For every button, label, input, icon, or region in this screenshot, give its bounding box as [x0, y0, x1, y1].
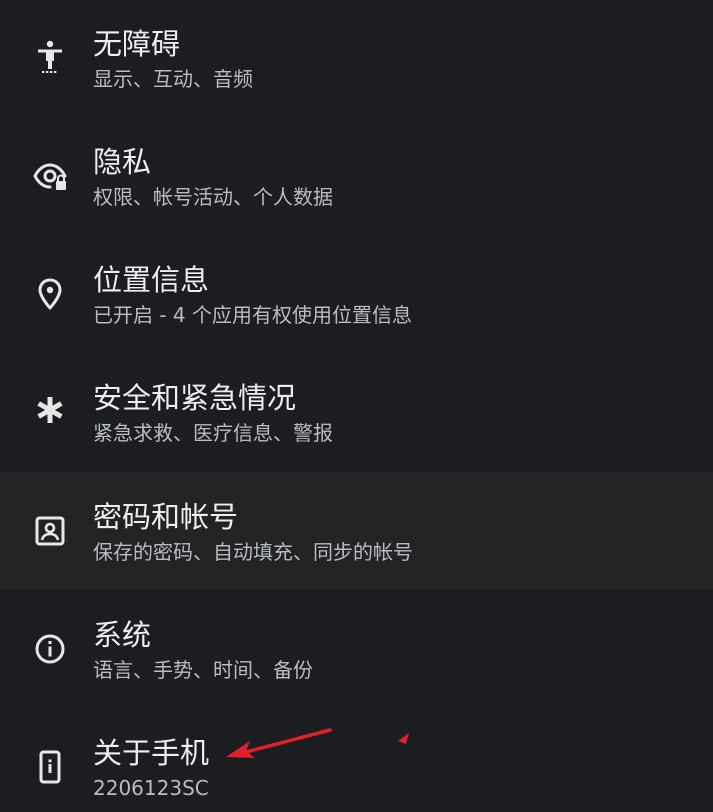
phone-info-icon	[33, 750, 67, 784]
settings-item-subtitle: 显示、互动、音频	[93, 67, 253, 91]
settings-item-title: 密码和帐号	[93, 500, 239, 534]
settings-item-safety-emergency[interactable]: 安全和紧急情况 紧急求救、医疗信息、警报	[0, 353, 713, 471]
settings-item-location[interactable]: 位置信息 已开启 - 4 个应用有权使用位置信息	[0, 235, 713, 353]
asterisk-icon	[33, 393, 67, 427]
settings-item-subtitle: 紧急求救、医疗信息、警报	[93, 421, 333, 445]
settings-item-accessibility[interactable]: 无障碍 显示、互动、音频	[0, 0, 713, 117]
settings-item-title: 系统	[93, 618, 152, 652]
settings-item-title: 无障碍	[93, 27, 181, 61]
privacy-eye-lock-icon	[33, 159, 67, 193]
settings-item-subtitle: 已开启 - 4 个应用有权使用位置信息	[93, 303, 413, 327]
info-icon	[33, 632, 67, 666]
settings-item-title: 安全和紧急情况	[93, 381, 297, 415]
location-pin-icon	[33, 277, 67, 311]
accessibility-icon	[33, 39, 67, 73]
settings-item-system[interactable]: 系统 语言、手势、时间、备份	[0, 590, 713, 708]
settings-item-subtitle: 语言、手势、时间、备份	[93, 658, 313, 682]
settings-item-title: 关于手机	[93, 736, 210, 770]
settings-item-title: 隐私	[93, 145, 152, 179]
settings-item-passwords-accounts[interactable]: 密码和帐号 保存的密码、自动填充、同步的帐号	[0, 472, 713, 590]
settings-item-subtitle: 保存的密码、自动填充、同步的帐号	[93, 540, 413, 564]
settings-item-subtitle: 2206123SC	[93, 776, 209, 800]
settings-item-subtitle: 权限、帐号活动、个人数据	[93, 185, 333, 209]
settings-item-title: 位置信息	[93, 263, 210, 297]
settings-item-privacy[interactable]: 隐私 权限、帐号活动、个人数据	[0, 117, 713, 235]
account-box-icon	[33, 514, 67, 548]
settings-item-about-phone[interactable]: 关于手机 2206123SC	[0, 708, 713, 812]
